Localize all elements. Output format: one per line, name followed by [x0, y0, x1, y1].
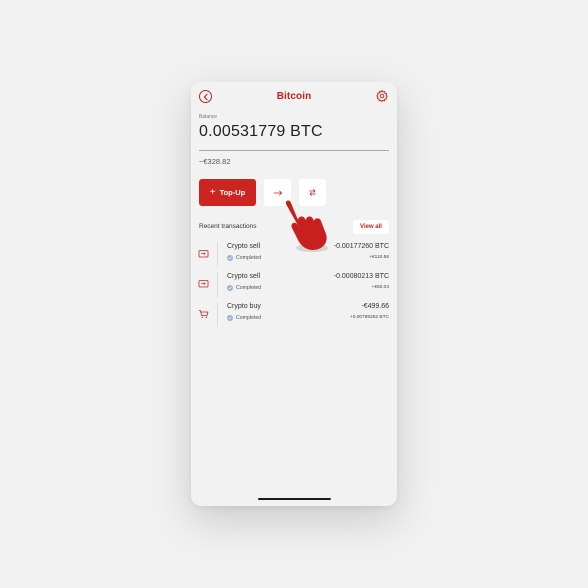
transaction-row[interactable]: Crypto sell Completed -0.00080213 BTC +€…: [191, 271, 397, 297]
topup-button[interactable]: + Top-Up: [199, 179, 256, 206]
transaction-sub-amount: +0.00789252 BTC: [349, 315, 389, 320]
check-icon: [227, 285, 233, 291]
row-separator: [217, 242, 218, 267]
status-text: Completed: [236, 315, 262, 321]
balance-divider: [199, 150, 389, 151]
transaction-status: Completed: [227, 315, 261, 321]
settings-button[interactable]: [375, 89, 389, 103]
page-title: Bitcoin: [276, 91, 312, 102]
arrow-right-icon: [273, 190, 282, 195]
transaction-status: Completed: [227, 255, 261, 261]
transaction-amount: -0.00080213 BTC: [333, 273, 389, 280]
row-separator: [217, 272, 218, 297]
tap-hand-pointer-icon: [285, 200, 328, 252]
settings-gear-icon: [376, 89, 388, 103]
home-indicator: [258, 498, 331, 500]
view-all-button[interactable]: View all: [353, 220, 389, 234]
card-in-icon: [198, 250, 209, 258]
balance-label: Balance: [199, 114, 218, 120]
check-icon: [227, 255, 233, 261]
plus-icon: +: [209, 186, 216, 198]
transaction-name: Crypto buy: [227, 303, 261, 310]
cart-icon: [198, 310, 209, 318]
row-separator: [217, 302, 218, 327]
topup-label: Top-Up: [219, 188, 246, 197]
transaction-amount: -0.00177260 BTC: [333, 243, 389, 250]
card-in-icon: [198, 280, 209, 288]
transaction-sub-amount: +€50.04: [371, 285, 389, 290]
status-text: Completed: [236, 255, 262, 261]
status-text: Completed: [236, 285, 262, 291]
transaction-status: Completed: [227, 285, 261, 291]
phone-screen: Bitcoin Balance 0.00531779 BTC ~€328.82 …: [191, 82, 397, 506]
balance-value: 0.00531779 BTC: [199, 123, 323, 140]
swap-arrows-icon: [309, 189, 316, 196]
transaction-amount: -€499.66: [361, 303, 389, 310]
transaction-sub-amount: +€110.56: [369, 255, 389, 260]
transaction-name: Crypto sell: [227, 273, 261, 280]
transaction-name: Crypto sell: [227, 243, 261, 250]
app-header: Bitcoin: [191, 88, 397, 106]
transaction-row[interactable]: Crypto buy Completed -€499.66 +0.0078925…: [191, 301, 397, 327]
recent-transactions-title: Recent transactions: [199, 223, 257, 230]
check-icon: [227, 315, 233, 321]
fiat-value: ~€328.82: [199, 157, 231, 166]
